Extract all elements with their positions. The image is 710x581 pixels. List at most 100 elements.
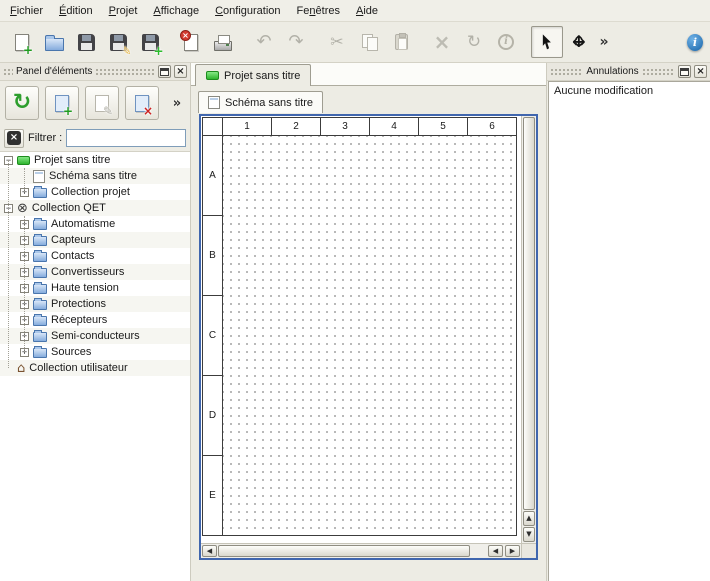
clear-filter-button[interactable]: × bbox=[4, 129, 24, 148]
open-file-button[interactable] bbox=[38, 26, 70, 58]
filter-input[interactable] bbox=[66, 129, 186, 147]
undo-list[interactable]: Aucune modification bbox=[548, 81, 710, 581]
panel-extension-button[interactable]: » bbox=[169, 86, 185, 120]
tree-item-label: Collection projet bbox=[51, 186, 130, 198]
save-all-overlay-icon: + bbox=[153, 45, 163, 57]
menubar: FichierÉditionProjetAffichageConfigurati… bbox=[0, 0, 710, 22]
copy-button[interactable] bbox=[353, 26, 385, 58]
save-file-as-button[interactable]: ✎ bbox=[102, 26, 134, 58]
tree-item-protections[interactable]: +Protections bbox=[0, 296, 190, 312]
tree-item-collection-qet[interactable]: −⊗Collection QET bbox=[0, 200, 190, 216]
new-element-overlay-icon: + bbox=[63, 105, 73, 117]
project-icon bbox=[206, 71, 219, 80]
tree-item-label: Collection QET bbox=[32, 202, 106, 214]
redo-button[interactable]: ↷ bbox=[280, 26, 312, 58]
undo-button[interactable]: ↶ bbox=[248, 26, 280, 58]
close-undo-panel-button[interactable]: × bbox=[694, 65, 707, 78]
horizontal-scrollbar: ◀ ◀ ▶ bbox=[201, 543, 521, 558]
scroll-right-icon: ▶ bbox=[510, 548, 515, 555]
tree-item-automatisme[interactable]: +Automatisme bbox=[0, 216, 190, 232]
dock-grip bbox=[95, 68, 155, 76]
visualisation-mode-button[interactable] bbox=[563, 26, 595, 58]
schema-viewport: 123456 ABCDE bbox=[201, 116, 521, 543]
tree-item-contacts[interactable]: +Contacts bbox=[0, 248, 190, 264]
schema-canvas[interactable] bbox=[223, 136, 516, 535]
save-all-icon: + bbox=[142, 34, 159, 51]
tree-item-semi-conducteurs[interactable]: +Semi-conducteurs bbox=[0, 328, 190, 344]
elements-toolbar: ↻ + ✎ × » bbox=[0, 81, 190, 125]
float-elements-panel-button[interactable] bbox=[158, 65, 171, 78]
menu-aide[interactable]: Aide bbox=[348, 2, 386, 20]
new-file-icon: + bbox=[15, 34, 29, 51]
edit-element-overlay-icon: ✎ bbox=[103, 105, 113, 117]
vertical-scrollbar: ▲ ▼ bbox=[521, 116, 536, 543]
new-element-button[interactable]: + bbox=[45, 86, 79, 120]
tree-item-collection-projet[interactable]: +Collection projet bbox=[0, 184, 190, 200]
edit-element-button[interactable]: ✎ bbox=[85, 86, 119, 120]
scroll-up-button[interactable]: ▲ bbox=[523, 511, 535, 526]
ruler-column-label: 1 bbox=[223, 118, 272, 136]
print-button[interactable] bbox=[207, 26, 239, 58]
tree-item-schema-sans-titre[interactable]: Schéma sans titre bbox=[0, 168, 190, 184]
main-toolbar: +✎+×↶↷✂×↻i»i bbox=[0, 22, 710, 63]
menu-projet[interactable]: Projet bbox=[101, 2, 146, 20]
delete-button[interactable]: × bbox=[426, 26, 458, 58]
help-icon: i bbox=[687, 34, 703, 51]
save-file-button[interactable] bbox=[70, 26, 102, 58]
close-elements-panel-button[interactable]: × bbox=[174, 65, 187, 78]
vertical-scrollbar-thumb[interactable] bbox=[523, 117, 535, 510]
delete-element-button[interactable]: × bbox=[125, 86, 159, 120]
tree-item-capteurs[interactable]: +Capteurs bbox=[0, 232, 190, 248]
element-info-button[interactable]: i bbox=[490, 26, 522, 58]
reload-icon: ↻ bbox=[13, 92, 31, 114]
horizontal-scrollbar-thumb[interactable] bbox=[218, 545, 470, 557]
tree-item-convertisseurs[interactable]: +Convertisseurs bbox=[0, 264, 190, 280]
new-file-button[interactable]: + bbox=[6, 26, 38, 58]
tree-guide-line bbox=[8, 160, 9, 368]
project-tabbar: Projet sans titre bbox=[191, 63, 546, 86]
tree-item-label: Haute tension bbox=[51, 282, 119, 294]
tree-item-sources[interactable]: +Sources bbox=[0, 344, 190, 360]
schema-sheet: 123456 ABCDE bbox=[202, 117, 517, 536]
undo-panel-titlebar[interactable]: Annulations × bbox=[547, 63, 710, 81]
ruler-row-label: E bbox=[203, 456, 223, 535]
new-file-overlay-icon: + bbox=[23, 44, 33, 56]
scroll-down-button[interactable]: ▼ bbox=[523, 527, 535, 542]
undo-panel-title: Annulations bbox=[586, 66, 638, 77]
cut-button[interactable]: ✂ bbox=[321, 26, 353, 58]
whats-this-button[interactable]: i bbox=[686, 26, 704, 58]
copy-icon bbox=[361, 34, 378, 50]
scroll-right-button[interactable]: ▶ bbox=[505, 545, 520, 557]
save-all-button[interactable]: + bbox=[134, 26, 166, 58]
menu-affichage[interactable]: Affichage bbox=[145, 2, 207, 20]
menu-edition[interactable]: Édition bbox=[51, 2, 101, 20]
folder-icon bbox=[33, 316, 47, 326]
tree-item-label: Convertisseurs bbox=[51, 266, 124, 278]
scroll-left-button[interactable]: ◀ bbox=[202, 545, 217, 557]
menu-fenetres[interactable]: Fenêtres bbox=[289, 2, 348, 20]
paste-button[interactable] bbox=[385, 26, 417, 58]
toolbar-extension-button[interactable]: » bbox=[595, 26, 613, 58]
float-undo-panel-button[interactable] bbox=[678, 65, 691, 78]
tree-item-projet-sans-titre[interactable]: −Projet sans titre bbox=[0, 152, 190, 168]
elements-panel-title: Panel d'éléments bbox=[16, 66, 92, 77]
reload-collections-button[interactable]: ↻ bbox=[5, 86, 39, 120]
folder-icon bbox=[33, 268, 47, 278]
folder-icon bbox=[33, 188, 47, 198]
dock-grip bbox=[550, 68, 583, 76]
tab-project[interactable]: Projet sans titre bbox=[195, 64, 311, 86]
float-icon bbox=[680, 68, 689, 76]
scroll-left-secondary-button[interactable]: ◀ bbox=[488, 545, 503, 557]
close-file-button[interactable]: × bbox=[175, 26, 207, 58]
rotate-button[interactable]: ↻ bbox=[458, 26, 490, 58]
tree-item-haute-tension[interactable]: +Haute tension bbox=[0, 280, 190, 296]
tree-item-recepteurs[interactable]: +Récepteurs bbox=[0, 312, 190, 328]
tab-schema[interactable]: Schéma sans titre bbox=[198, 91, 323, 113]
tree-guide-line bbox=[24, 216, 25, 352]
menu-fichier[interactable]: Fichier bbox=[2, 2, 51, 20]
select-mode-button[interactable] bbox=[531, 26, 563, 58]
tree-item-collection-utilisateur[interactable]: ⌂Collection utilisateur bbox=[0, 360, 190, 376]
elements-panel-titlebar[interactable]: Panel d'éléments × bbox=[0, 63, 190, 81]
menu-configuration[interactable]: Configuration bbox=[207, 2, 288, 20]
ruler-row-label: A bbox=[203, 136, 223, 216]
